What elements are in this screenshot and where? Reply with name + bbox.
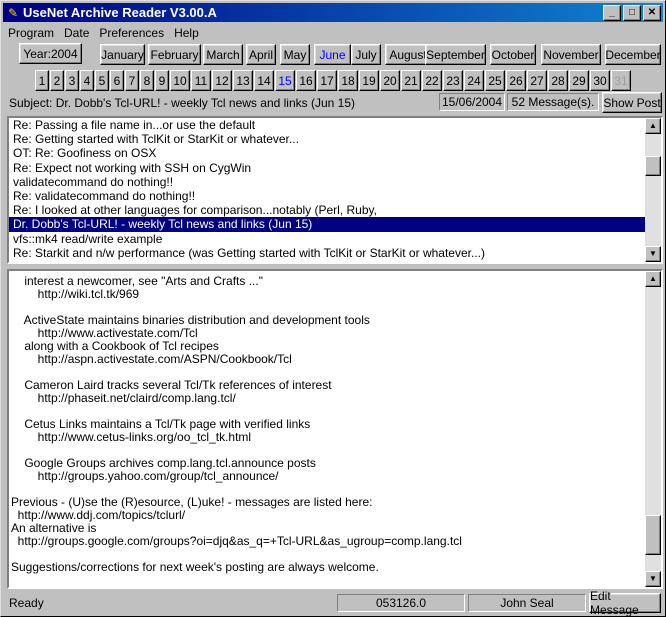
list-item[interactable]: vfs::mk4 read/write example — [9, 232, 645, 246]
title-bar: ✎ UseNet Archive Reader V3.00.A _ □ ✕ — [3, 3, 663, 22]
body-line: http://www.ddj.com/topics/tclurl/ — [11, 508, 186, 522]
year-button[interactable]: Year:2004 — [19, 43, 82, 64]
day-button-29[interactable]: 29 — [569, 70, 589, 91]
body-line: http://groups.yahoo.com/group/tcl_announ… — [11, 469, 279, 483]
list-scrollbar[interactable]: ▲ ▼ — [645, 118, 661, 262]
day-button-7[interactable]: 7 — [125, 70, 139, 91]
list-item[interactable]: OT: Re: Goofiness on OSX — [9, 146, 645, 160]
month-button-october[interactable]: October — [490, 44, 536, 65]
day-button-1[interactable]: 1 — [35, 70, 49, 91]
day-button-10[interactable]: 10 — [170, 70, 190, 91]
message-list[interactable]: Re: Passing a file name in...or use the … — [7, 116, 663, 264]
arrow-up-icon[interactable]: ▲ — [645, 271, 661, 287]
app-window: ✎ UseNet Archive Reader V3.00.A _ □ ✕ Pr… — [0, 0, 666, 617]
body-scroll-thumb[interactable] — [645, 515, 661, 555]
day-button-20[interactable]: 20 — [380, 70, 400, 91]
list-item[interactable]: Re: Expect not working with SSH on CygWi… — [9, 161, 645, 175]
body-line: http://www.cetus-links.org/oo_tcl_tk.htm… — [11, 430, 252, 444]
message-text: interest a newcomer, see "Arts and Craft… — [11, 275, 643, 574]
day-button-17[interactable]: 17 — [317, 70, 337, 91]
edit-message-button[interactable]: Edit Message — [589, 589, 661, 617]
status-bar: Ready 053126.0 John Seal Edit Message — [3, 589, 663, 617]
arrow-down-icon[interactable]: ▼ — [645, 246, 661, 262]
status-author: John Seal — [468, 594, 586, 612]
day-button-11[interactable]: 11 — [191, 70, 211, 91]
list-item[interactable]: Re: Starkit and n/w performance (was Get… — [9, 246, 645, 260]
month-button-may[interactable]: May — [280, 44, 310, 65]
day-button-6[interactable]: 6 — [110, 70, 124, 91]
day-button-12[interactable]: 12 — [212, 70, 232, 91]
list-item[interactable]: Re: I looked at other languages for comp… — [9, 203, 645, 217]
day-button-24[interactable]: 24 — [464, 70, 484, 91]
menu-program[interactable]: Program — [3, 26, 59, 40]
list-item[interactable]: Re: Getting started with TclKit or StarK… — [9, 132, 645, 146]
day-button-15[interactable]: 15 — [275, 70, 295, 91]
month-button-july[interactable]: July — [351, 44, 381, 65]
day-button-9[interactable]: 9 — [155, 70, 169, 91]
menu-bar: Program Date Preferences Help — [3, 24, 204, 42]
month-button-june[interactable]: June — [314, 44, 351, 65]
list-item[interactable]: Re: Passing a file name in...or use the … — [9, 118, 645, 132]
month-button-march[interactable]: March — [203, 44, 243, 65]
arrow-up-icon[interactable]: ▲ — [645, 118, 661, 134]
day-button-16[interactable]: 16 — [296, 70, 316, 91]
day-button-21[interactable]: 21 — [401, 70, 421, 91]
menu-date[interactable]: Date — [59, 26, 94, 40]
maximize-button[interactable]: □ — [623, 5, 641, 21]
day-button-28[interactable]: 28 — [548, 70, 568, 91]
day-button-8[interactable]: 8 — [140, 70, 154, 91]
subject-label: Subject: Dr. Dobb's Tcl-URL! - weekly Tc… — [9, 96, 355, 110]
month-button-april[interactable]: April — [246, 44, 276, 65]
day-button-5[interactable]: 5 — [95, 70, 109, 91]
arrow-down-icon[interactable]: ▼ — [645, 571, 661, 587]
day-button-23[interactable]: 23 — [443, 70, 463, 91]
quill-icon: ✎ — [7, 5, 19, 20]
body-line: http://aspn.activestate.com/ASPN/Cookboo… — [11, 352, 292, 366]
day-button-3[interactable]: 3 — [65, 70, 79, 91]
day-button-4[interactable]: 4 — [80, 70, 94, 91]
day-button-18[interactable]: 18 — [338, 70, 358, 91]
menu-help[interactable]: Help — [169, 26, 204, 40]
date-field: 15/06/2004 — [439, 93, 505, 111]
close-button[interactable]: ✕ — [643, 5, 661, 21]
menu-preferences[interactable]: Preferences — [94, 26, 169, 40]
message-count: 52 Message(s). — [507, 93, 599, 111]
body-line: http://phaseit.net/claird/comp.lang.tcl/ — [11, 391, 236, 405]
list-item[interactable]: Dr. Dobb's Tcl-URL! - weekly Tcl news an… — [9, 217, 645, 232]
body-line: Suggestions/corrections for next week's … — [11, 560, 379, 574]
list-item[interactable]: Re: validatecommand do nothing!! — [9, 189, 645, 203]
day-button-19[interactable]: 19 — [359, 70, 379, 91]
message-body[interactable]: interest a newcomer, see "Arts and Craft… — [7, 269, 663, 589]
list-item[interactable]: validatecommand do nothing!! — [9, 175, 645, 189]
month-button-january[interactable]: January — [100, 44, 145, 65]
day-button-22[interactable]: 22 — [422, 70, 442, 91]
month-button-september[interactable]: September — [425, 44, 486, 65]
day-button-14[interactable]: 14 — [254, 70, 274, 91]
day-button-13[interactable]: 13 — [233, 70, 253, 91]
day-button-31: 31 — [611, 70, 631, 91]
month-button-december[interactable]: December — [605, 44, 661, 65]
body-line: http://wiki.tcl.tk/969 — [11, 287, 140, 301]
day-button-30[interactable]: 30 — [590, 70, 610, 91]
body-line: http://groups.google.com/groups?oi=djq&a… — [11, 534, 462, 548]
month-button-february[interactable]: February — [148, 44, 201, 65]
body-scrollbar[interactable]: ▲ ▼ — [645, 271, 661, 587]
day-button-25[interactable]: 25 — [485, 70, 505, 91]
status-text: Ready — [9, 596, 44, 610]
day-button-26[interactable]: 26 — [506, 70, 526, 91]
window-title: UseNet Archive Reader V3.00.A — [23, 5, 217, 20]
day-button-27[interactable]: 27 — [527, 70, 547, 91]
list-scroll-thumb[interactable] — [645, 156, 661, 176]
day-button-2[interactable]: 2 — [50, 70, 64, 91]
show-post-button[interactable]: Show Post — [602, 92, 662, 113]
minimize-button[interactable]: _ — [603, 5, 621, 21]
status-message-id: 053126.0 — [337, 594, 465, 612]
month-button-november[interactable]: November — [541, 44, 601, 65]
